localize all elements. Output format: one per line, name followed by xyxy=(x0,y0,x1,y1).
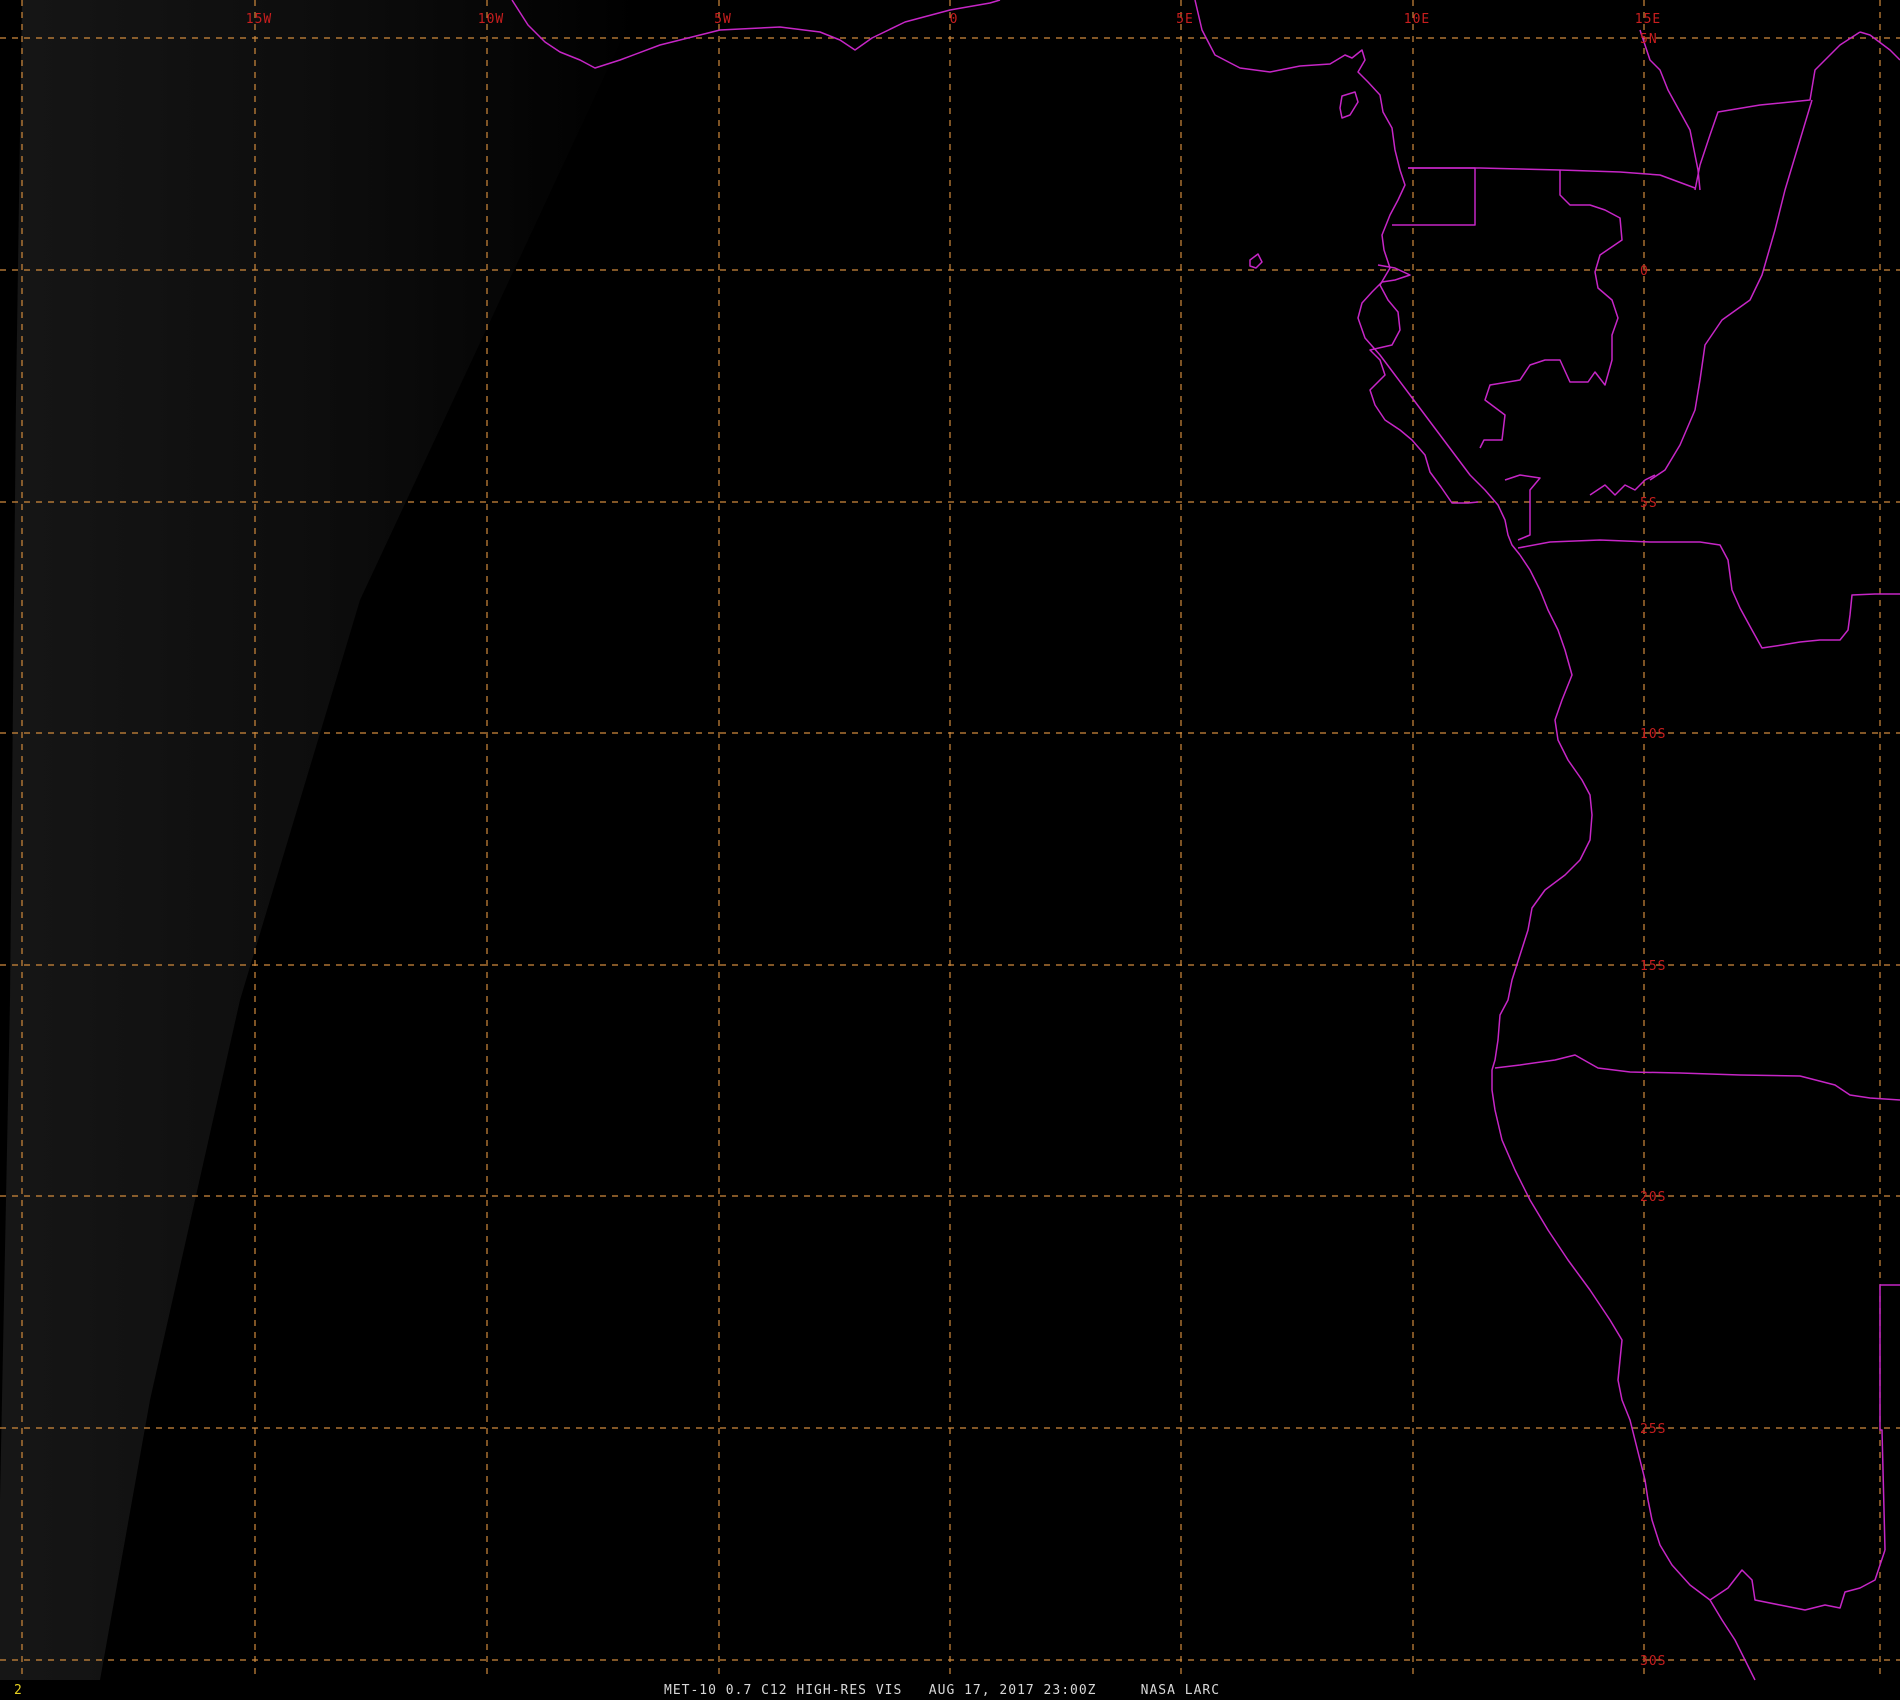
latitude-label: 25S xyxy=(1640,1422,1666,1437)
gabon-congo-border xyxy=(1479,170,1623,449)
congo-north-border xyxy=(1408,167,1696,189)
cabinda-border xyxy=(1504,474,1656,541)
gabon-congo-coast xyxy=(1357,264,1521,556)
sao-tome-island xyxy=(1249,253,1263,269)
longitude-label: 5E xyxy=(1176,12,1194,27)
cameroon-east-border xyxy=(1639,29,1701,191)
longitude-label: 10W xyxy=(478,12,504,27)
longitude-label: 15E xyxy=(1635,12,1661,27)
car-congo-border xyxy=(1694,31,1861,191)
east-congo-border xyxy=(1649,31,1900,481)
latitude-labels: 5N 0 5S 10S 15S 20S 25S 30S xyxy=(1640,32,1666,1669)
status-bar: 2 MET-10 0.7 C12 HIGH-RES VIS AUG 17, 20… xyxy=(0,1679,1900,1700)
frame-number: 2 xyxy=(14,1683,23,1698)
latitude-label: 10S xyxy=(1640,727,1666,742)
longitude-label: 5W xyxy=(714,12,732,27)
satellite-map: 15W 10W 5W 0 5E 10E 15E 5N 0 5S 10S 15S 20S 25S 30S 2… xyxy=(0,0,1900,1700)
longitude-label: 15W xyxy=(246,12,272,27)
latitude-label: 0 xyxy=(1640,264,1649,279)
longitude-label: 10E xyxy=(1404,12,1430,27)
gabon-north-border xyxy=(1392,167,1476,226)
latitude-label: 5N xyxy=(1640,32,1658,47)
gulf-of-guinea-coast xyxy=(1194,0,1479,504)
latitude-label: 15S xyxy=(1640,959,1666,974)
latitude-label: 30S xyxy=(1640,1654,1666,1669)
namibia-east-border xyxy=(1879,1284,1900,1551)
bioko-island xyxy=(1339,91,1359,119)
cape-southwest-coast xyxy=(1709,1599,1756,1681)
angola-namibia-border xyxy=(1494,1054,1900,1101)
longitude-label: 0 xyxy=(950,12,959,27)
angola-drc-border xyxy=(1517,539,1900,649)
latitude-label: 5S xyxy=(1640,496,1658,511)
latitude-label: 20S xyxy=(1640,1190,1666,1205)
map-canvas: 15W 10W 5W 0 5E 10E 15E 5N 0 5S 10S 15S 20S 25S 30S xyxy=(0,0,1900,1681)
image-caption: MET-10 0.7 C12 HIGH-RES VIS AUG 17, 2017… xyxy=(664,1683,1221,1698)
